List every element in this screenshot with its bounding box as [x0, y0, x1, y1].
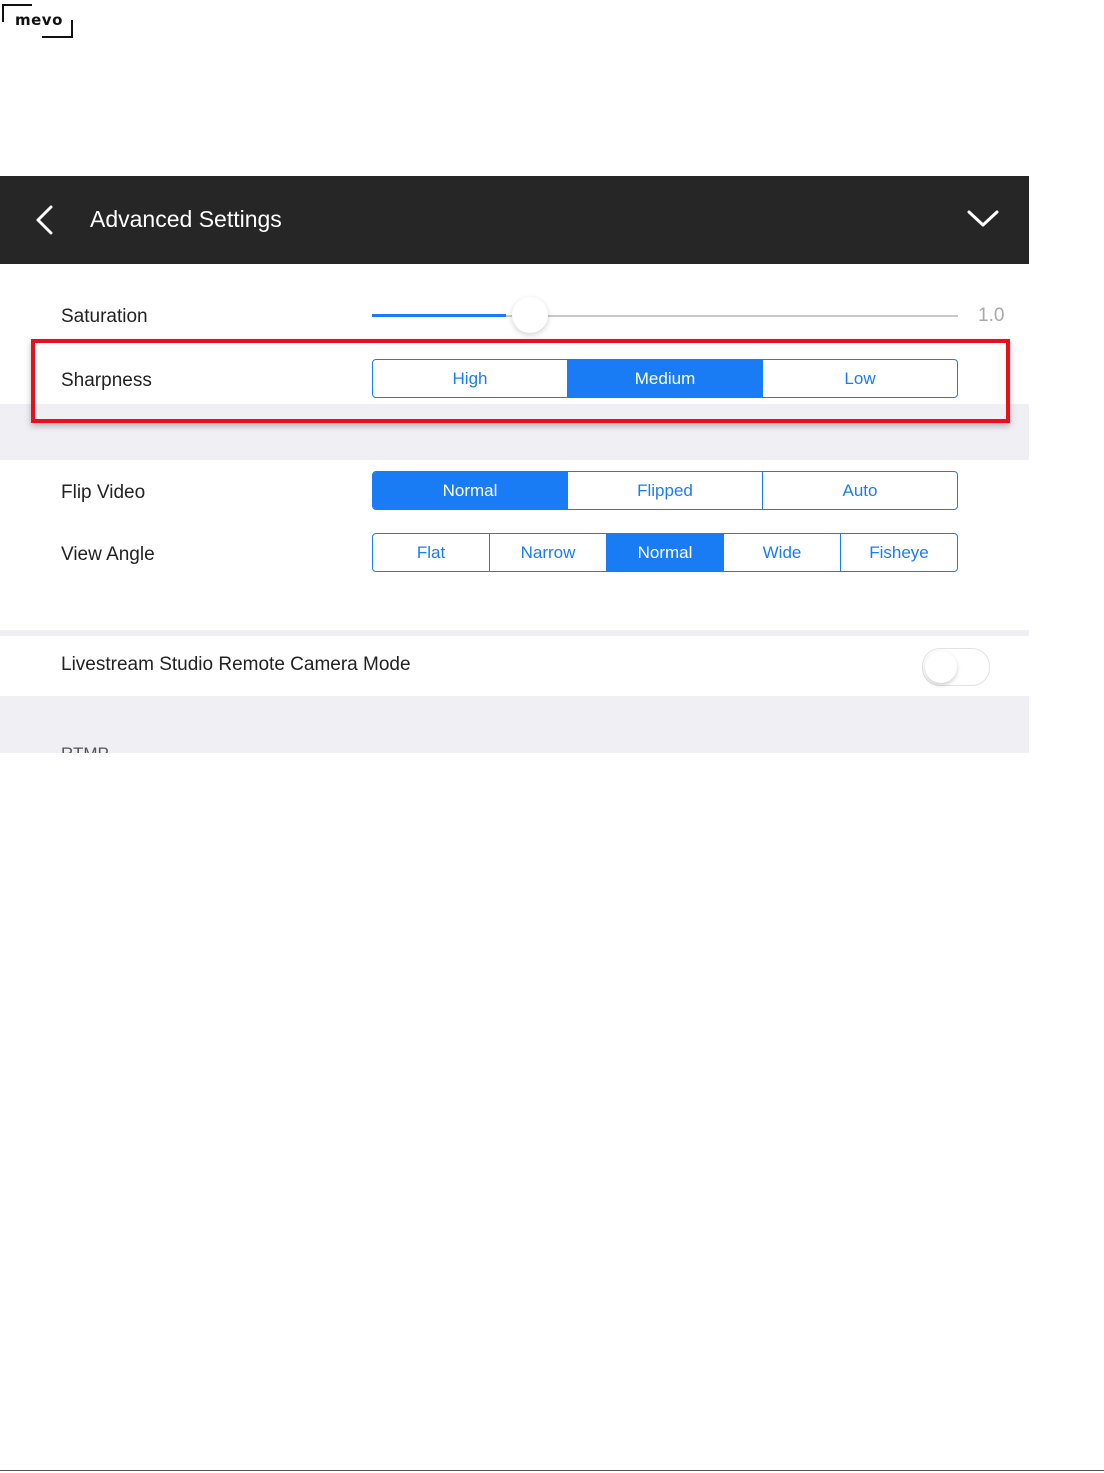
- sharpness-option-high[interactable]: High: [373, 360, 567, 397]
- view-angle-option-fisheye[interactable]: Fisheye: [840, 534, 957, 571]
- view-angle-segmented-control: Flat Narrow Normal Wide Fisheye: [372, 533, 958, 572]
- image-settings-group: Saturation 1.0 Sharpness High Medium Low: [0, 264, 1029, 404]
- flip-video-segmented-control: Normal Flipped Auto: [372, 471, 958, 510]
- flip-video-label: Flip Video: [61, 482, 146, 503]
- chevron-left-icon[interactable]: [32, 204, 58, 236]
- next-section-header-text: RTMP: [61, 745, 131, 753]
- saturation-slider-thumb[interactable]: [512, 297, 549, 333]
- view-angle-option-flat[interactable]: Flat: [373, 534, 489, 571]
- chevron-down-icon[interactable]: [964, 206, 1002, 232]
- advanced-settings-screen: Advanced Settings Saturation 1.0 Sharpne…: [0, 176, 1029, 753]
- logo-text: mevo: [15, 11, 63, 29]
- remote-mode-toggle[interactable]: [922, 648, 990, 686]
- remote-mode-group: Livestream Studio Remote Camera Mode: [0, 636, 1029, 696]
- page-bottom-rule: [0, 1470, 1104, 1471]
- mevo-logo: mevo: [2, 4, 74, 38]
- saturation-label: Saturation: [61, 306, 148, 327]
- orientation-settings-group: Flip Video Normal Flipped Auto View Angl…: [0, 460, 1029, 630]
- sharpness-option-medium[interactable]: Medium: [567, 360, 762, 397]
- saturation-slider[interactable]: [372, 297, 958, 333]
- view-angle-option-wide[interactable]: Wide: [723, 534, 840, 571]
- saturation-slider-fill: [372, 314, 507, 317]
- next-section-header: RTMP: [61, 745, 131, 753]
- view-angle-option-normal[interactable]: Normal: [606, 534, 723, 571]
- remote-mode-toggle-knob: [925, 651, 957, 683]
- remote-mode-label: Livestream Studio Remote Camera Mode: [61, 654, 411, 675]
- saturation-value: 1.0: [978, 305, 1005, 326]
- view-angle-option-narrow[interactable]: Narrow: [489, 534, 606, 571]
- sharpness-segmented-control: High Medium Low: [372, 359, 958, 398]
- flip-video-option-auto[interactable]: Auto: [762, 472, 957, 509]
- nav-header: Advanced Settings: [0, 176, 1029, 264]
- page-title: Advanced Settings: [90, 206, 282, 232]
- page: mevo Advanced Settings Saturation 1.0 Sh…: [0, 0, 1104, 1473]
- flip-video-option-normal[interactable]: Normal: [373, 472, 567, 509]
- sharpness-option-low[interactable]: Low: [762, 360, 957, 397]
- view-angle-label: View Angle: [61, 544, 155, 565]
- sharpness-label: Sharpness: [61, 370, 152, 391]
- flip-video-option-flipped[interactable]: Flipped: [567, 472, 762, 509]
